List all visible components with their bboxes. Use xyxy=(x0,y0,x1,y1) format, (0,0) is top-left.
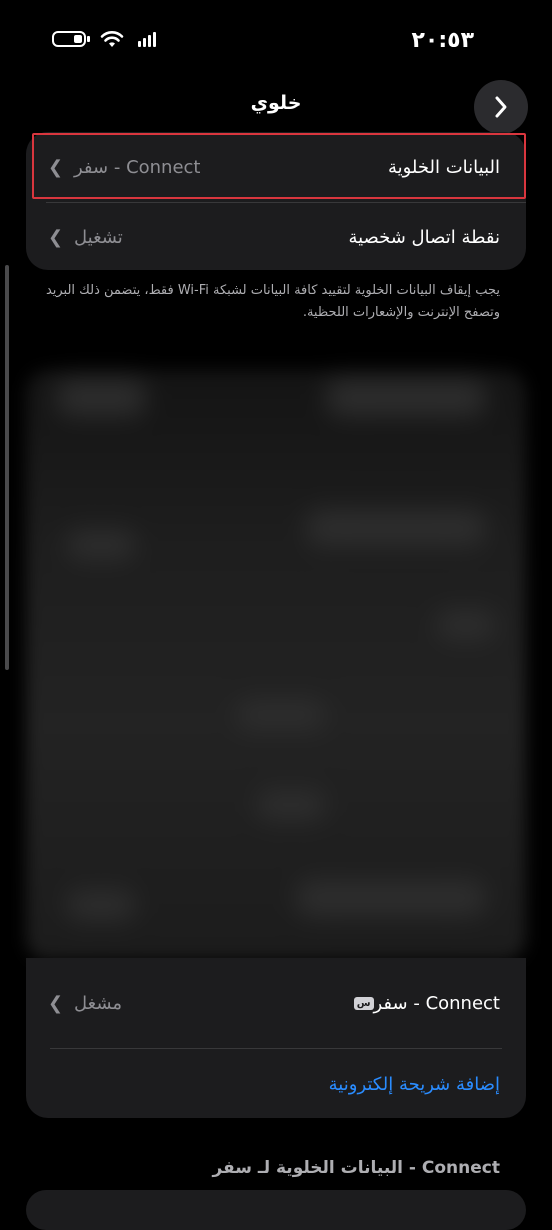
sim-card-icon: س xyxy=(353,997,374,1010)
status-icons xyxy=(52,30,156,48)
hotspot-row[interactable]: نقطة اتصال شخصية تشغيل ❮ xyxy=(26,202,526,272)
cellular-data-note: يجب إيقاف البيانات الخلوية لتقييد كافة ا… xyxy=(45,283,500,320)
sim-row[interactable]: س سفر - Connect مشغل ❮ xyxy=(26,968,526,1038)
chevron-left-icon: ❮ xyxy=(48,992,64,1014)
scroll-indicator[interactable] xyxy=(5,265,9,670)
page-title: خلوي xyxy=(250,92,302,114)
battery-icon xyxy=(52,31,90,47)
add-esim-link[interactable]: إضافة شريحة إلكترونية xyxy=(329,1074,500,1095)
sim-value: مشغل xyxy=(74,992,123,1014)
blurred-region xyxy=(26,370,526,960)
chevron-left-icon: ❮ xyxy=(48,226,64,248)
hotspot-label: نقطة اتصال شخصية xyxy=(348,226,500,248)
chevron-right-icon xyxy=(495,96,507,118)
next-card xyxy=(26,1190,526,1230)
status-time: ٢٠:٥٣ xyxy=(411,28,474,53)
selection-highlight xyxy=(32,133,526,199)
sim-card: س سفر - Connect مشغل ❮ إضافة شريحة إلكترو… xyxy=(26,958,526,1118)
add-esim-row[interactable]: إضافة شريحة إلكترونية xyxy=(26,1049,526,1119)
back-button[interactable] xyxy=(474,80,528,134)
section-header: البيانات الخلوية لـ سفر - Connect xyxy=(212,1158,500,1178)
wifi-icon xyxy=(100,31,124,47)
hotspot-value: تشغيل xyxy=(74,226,123,248)
signal-icon xyxy=(138,31,156,47)
sim-label: سفر - Connect xyxy=(373,992,501,1014)
